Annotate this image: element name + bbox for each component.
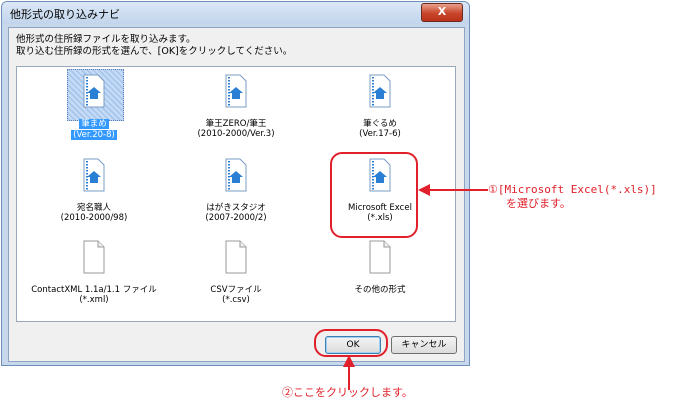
- arrow-to-excel-icon: [418, 184, 488, 196]
- annotation-step1-line2: を選びます。: [506, 197, 571, 210]
- annotation-step2: ②ここをクリックします。: [282, 386, 413, 399]
- annotation-step1: ①[Microsoft Excel(*.xls)] を選びます。: [488, 183, 657, 211]
- arrow-to-ok-icon: [343, 355, 355, 390]
- annotation-step1-line1: ①[Microsoft Excel(*.xls)]: [488, 183, 657, 196]
